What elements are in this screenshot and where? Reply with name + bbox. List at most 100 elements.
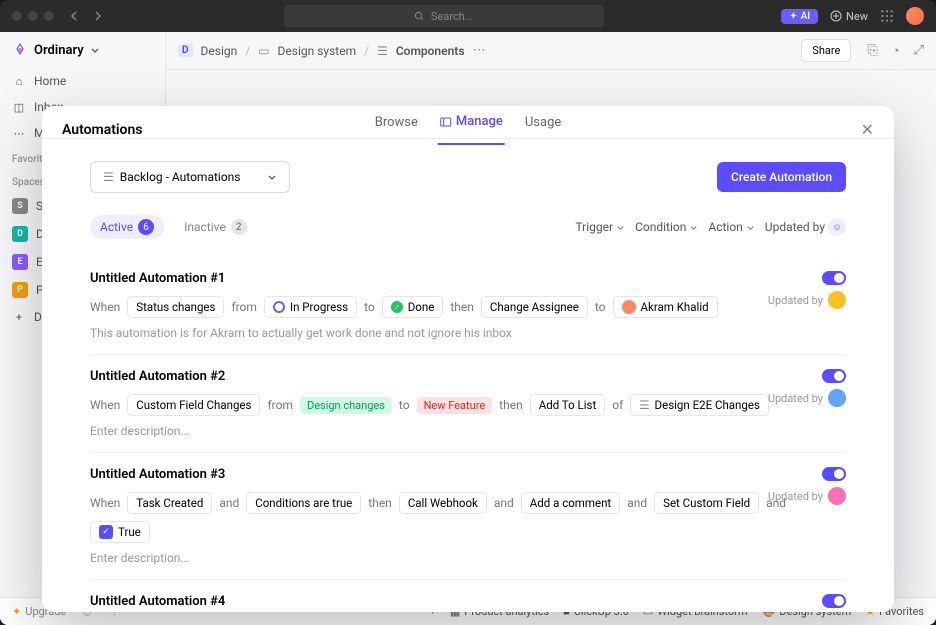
rule-part: and [627,496,647,510]
space-badge: S [12,198,28,214]
rule-part: Design changes [300,397,392,414]
breadcrumb: D Design / ▭ Design system / ☰ Component… [166,32,936,70]
updated-by: Updated by [768,487,846,505]
list-icon: ☰ [377,44,388,58]
sidebar-home[interactable]: ⌂Home [0,68,165,94]
apps-icon[interactable] [880,9,894,23]
titlebar: Search... ✦ AI New [0,0,936,32]
rule-part: then [499,398,523,412]
search-input[interactable]: Search... [284,5,604,27]
rule-part: When [90,300,120,314]
rule-part: then [368,496,392,510]
rule-part: Status changes [127,296,224,318]
copy-icon[interactable]: ⎘ [867,43,877,58]
more-icon[interactable]: ⋯ [473,43,486,58]
rule-part: to [399,398,410,412]
avatar-icon: ☺ [828,218,846,236]
rule-part: Conditions are true [246,492,361,514]
avatar [828,291,846,309]
tab-manage[interactable]: Manage [438,114,505,145]
user-avatar[interactable] [906,7,924,25]
folder-icon: ▭ [258,44,269,58]
automation-rule: When Task Created and Conditions are true th… [90,492,846,543]
rule-part: and [219,496,239,510]
toggle-switch[interactable] [822,467,846,481]
rule-part: Akram Khalid [613,296,718,318]
rule-part: of [612,398,623,412]
share-button[interactable]: Share [801,39,851,62]
bc-space[interactable]: Design [201,44,238,58]
automation-title: Untitled Automation #3 [90,467,846,482]
rule-part: Task Created [127,492,212,514]
bell-icon[interactable]: ◔ [892,43,900,59]
nav-back[interactable] [66,7,84,25]
bc-folder[interactable]: Design system [278,44,357,58]
rule-part: When [90,398,120,412]
automation-item[interactable]: Untitled Automation #1 When Status changes… [90,257,846,355]
search-placeholder: Search... [431,10,474,23]
automations-modal: Automations Browse Manage Usage ✕ ☰ Back… [42,106,894,612]
filter-active[interactable]: Active 6 [90,215,164,239]
toggle-switch[interactable] [822,369,846,383]
rule-part: Set Custom Field [654,492,759,514]
rule-part: Custom Field Changes [127,394,260,416]
automation-rule: When Custom Field Changes from Design chang… [90,394,846,416]
filter-inactive[interactable]: Inactive 2 [174,215,257,239]
plus-icon: + [12,310,26,324]
rule-part: Add a comment [521,492,620,514]
toggle-switch[interactable] [822,271,846,285]
automation-description: Enter description... [90,424,846,438]
space-badge: D [12,226,28,242]
space-badge: D [178,44,193,57]
rule-part: New Feature [417,397,493,414]
toggle-switch[interactable] [822,594,846,608]
rule-part: In Progress [264,296,357,318]
manage-icon [440,116,452,128]
ai-button[interactable]: ✦ AI [781,9,818,24]
automation-rule: When Status changes from In Progress to ✓Done… [90,296,846,318]
workspace-selector[interactable]: Ordinary [0,32,165,68]
avatar [828,389,846,407]
automation-item[interactable]: Untitled Automation #2WhenCustom Field C… [90,355,846,453]
plus-circle-icon [830,10,842,22]
list-icon: ☰ [103,170,114,184]
chevron-down-icon [267,172,277,182]
rule-part: to [364,300,375,314]
new-button[interactable]: New [830,10,868,23]
tab-browse[interactable]: Browse [373,114,420,145]
avatar [828,487,846,505]
rule-part: ✓Done [382,296,444,318]
space-badge: P [12,282,28,298]
filter-updated-by[interactable]: Updated by ☺ [765,218,846,236]
filter-condition[interactable]: Condition [635,220,698,234]
automation-item[interactable]: Untitled Automation #4WhenStatus changes… [90,580,846,612]
scope-selector[interactable]: ☰ Backlog - Automations [90,161,290,193]
automation-title: Untitled Automation #1 [90,271,846,286]
rule-part: from [267,398,293,412]
rule-part: When [90,496,120,510]
filter-trigger[interactable]: Trigger [575,220,625,234]
bc-list[interactable]: Components [396,44,465,58]
rule-part: Call Webhook [399,492,487,514]
modal-title: Automations [62,122,143,138]
rule-part: Change Assignee [481,296,588,318]
create-automation-button[interactable]: Create Automation [717,162,846,192]
filter-action[interactable]: Action [708,220,754,234]
close-button[interactable]: ✕ [861,120,874,139]
space-badge: E [12,254,28,270]
automation-description: This automation is for Akram to actually… [90,326,846,340]
rule-part: to [595,300,606,314]
more-icon: ⋯ [12,126,26,140]
automation-description: Enter description... [90,551,846,565]
window-controls[interactable] [12,11,54,21]
exit-icon[interactable]: ⤢ [914,43,924,58]
updated-by: Updated by [768,389,846,407]
rule-part: then [450,300,474,314]
tab-usage[interactable]: Usage [523,114,563,145]
automation-title: Untitled Automation #4 [90,594,846,609]
nav-forward[interactable] [88,7,106,25]
automation-item[interactable]: Untitled Automation #3 When Task Created an… [90,453,846,580]
rule-part: ☰Design E2E Changes [630,394,769,416]
rule-part: from [231,300,257,314]
updated-by: Updated by [768,291,846,309]
